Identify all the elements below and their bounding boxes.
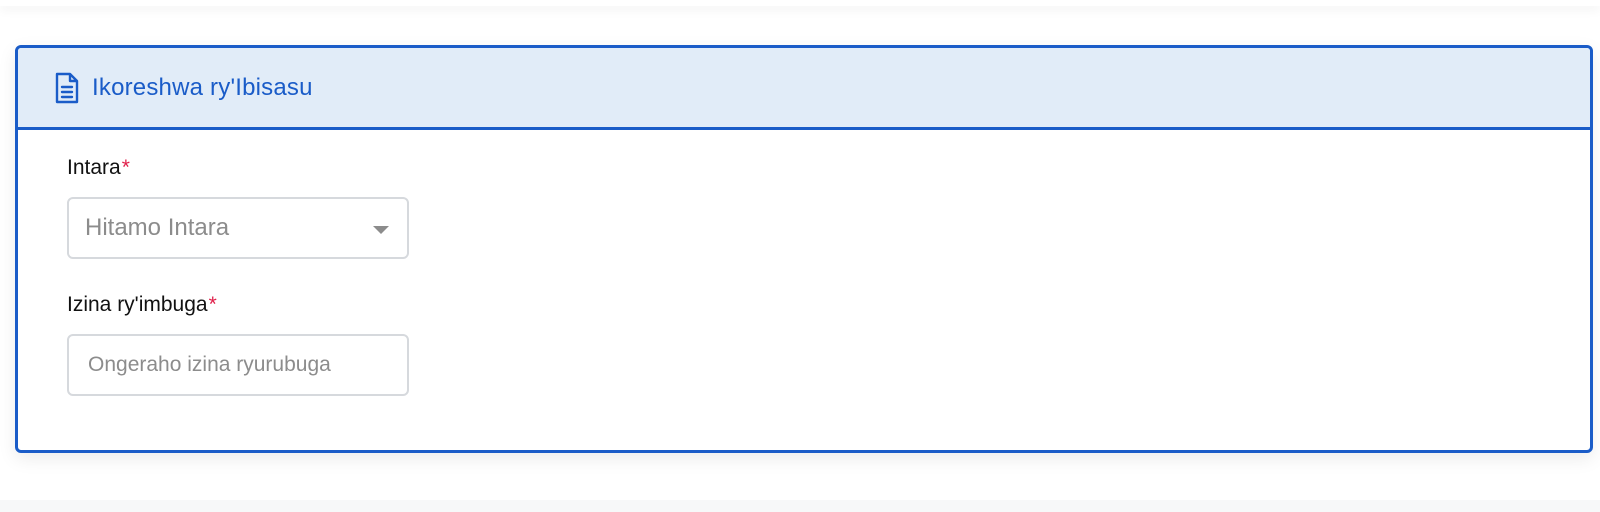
card-title: Ikoreshwa ry'Ibisasu bbox=[92, 73, 313, 101]
required-marker: * bbox=[208, 293, 217, 316]
document-icon bbox=[54, 72, 80, 104]
caret-down-icon bbox=[373, 226, 389, 234]
required-marker: * bbox=[121, 156, 130, 179]
province-label-text: Intara bbox=[67, 156, 121, 179]
province-label: Intara* bbox=[67, 156, 130, 180]
card-header: Ikoreshwa ry'Ibisasu bbox=[18, 48, 1590, 130]
venue-name-input[interactable] bbox=[67, 334, 409, 396]
venue-name-label-text: Izina ry'imbuga bbox=[67, 293, 208, 316]
province-select[interactable]: Hitamo Intara bbox=[67, 197, 409, 259]
top-bar-shadow bbox=[0, 0, 1600, 6]
page-bottom-strip bbox=[0, 500, 1600, 512]
province-select-placeholder: Hitamo Intara bbox=[85, 214, 230, 241]
venue-name-label: Izina ry'imbuga* bbox=[67, 293, 217, 317]
form-card: Ikoreshwa ry'Ibisasu Intara* Hitamo Inta… bbox=[15, 45, 1593, 453]
